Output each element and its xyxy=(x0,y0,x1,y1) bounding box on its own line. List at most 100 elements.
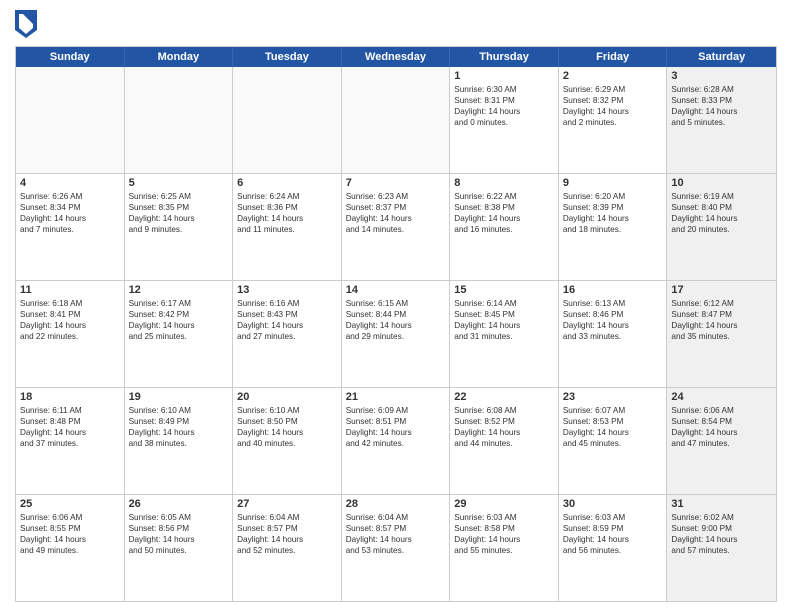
calendar-cell: 16Sunrise: 6:13 AM Sunset: 8:46 PM Dayli… xyxy=(559,281,668,387)
header xyxy=(15,10,777,38)
day-number: 29 xyxy=(454,498,554,510)
day-number: 27 xyxy=(237,498,337,510)
cell-info: Sunrise: 6:25 AM Sunset: 8:35 PM Dayligh… xyxy=(129,191,229,235)
cell-info: Sunrise: 6:19 AM Sunset: 8:40 PM Dayligh… xyxy=(671,191,772,235)
cell-info: Sunrise: 6:05 AM Sunset: 8:56 PM Dayligh… xyxy=(129,512,229,556)
day-number: 8 xyxy=(454,177,554,189)
calendar-cell: 26 Sunrise: 6:05 AM Sunset: 8:56 PM Dayli… xyxy=(125,495,234,601)
day-number: 6 xyxy=(237,177,337,189)
cell-info: Sunrise: 6:29 AM Sunset: 8:32 PM Dayligh… xyxy=(563,84,663,128)
calendar-cell: 15Sunrise: 6:14 AM Sunset: 8:45 PM Dayli… xyxy=(450,281,559,387)
calendar-week: 1 Sunrise: 6:30 AM Sunset: 8:31 PM Daylig… xyxy=(16,67,776,174)
calendar-header: SundayMondayTuesdayWednesdayThursdayFrid… xyxy=(16,47,776,67)
cell-info: Sunrise: 6:24 AM Sunset: 8:36 PM Dayligh… xyxy=(237,191,337,235)
day-number: 11 xyxy=(20,284,120,296)
calendar-cell: 13Sunrise: 6:16 AM Sunset: 8:43 PM Dayli… xyxy=(233,281,342,387)
calendar-cell: 29 Sunrise: 6:03 AM Sunset: 8:58 PM Dayli… xyxy=(450,495,559,601)
calendar-cell: 25 Sunrise: 6:06 AM Sunset: 8:55 PM Dayli… xyxy=(16,495,125,601)
calendar-header-day: Monday xyxy=(125,47,234,67)
calendar-header-day: Saturday xyxy=(667,47,776,67)
day-number: 1 xyxy=(454,70,554,82)
day-number: 10 xyxy=(671,177,772,189)
cell-info: Sunrise: 6:10 AM Sunset: 8:50 PM Dayligh… xyxy=(237,405,337,449)
calendar-cell: 20Sunrise: 6:10 AM Sunset: 8:50 PM Dayli… xyxy=(233,388,342,494)
cell-info: Sunrise: 6:30 AM Sunset: 8:31 PM Dayligh… xyxy=(454,84,554,128)
calendar-cell: 30 Sunrise: 6:03 AM Sunset: 8:59 PM Dayli… xyxy=(559,495,668,601)
calendar-cell: 14Sunrise: 6:15 AM Sunset: 8:44 PM Dayli… xyxy=(342,281,451,387)
day-number: 16 xyxy=(563,284,663,296)
day-number: 2 xyxy=(563,70,663,82)
calendar-cell: 9 Sunrise: 6:20 AM Sunset: 8:39 PM Daylig… xyxy=(559,174,668,280)
day-number: 25 xyxy=(20,498,120,510)
day-number: 12 xyxy=(129,284,229,296)
calendar-cell: 17 Sunrise: 6:12 AM Sunset: 8:47 PM Dayli… xyxy=(667,281,776,387)
day-number: 17 xyxy=(671,284,772,296)
cell-info: Sunrise: 6:09 AM Sunset: 8:51 PM Dayligh… xyxy=(346,405,446,449)
calendar-cell: 7 Sunrise: 6:23 AM Sunset: 8:37 PM Daylig… xyxy=(342,174,451,280)
calendar-header-day: Tuesday xyxy=(233,47,342,67)
logo xyxy=(15,10,41,38)
day-number: 19 xyxy=(129,391,229,403)
cell-info: Sunrise: 6:12 AM Sunset: 8:47 PM Dayligh… xyxy=(671,298,772,342)
day-number: 31 xyxy=(671,498,772,510)
calendar-cell: 31 Sunrise: 6:02 AM Sunset: 9:00 PM Dayli… xyxy=(667,495,776,601)
calendar-cell: 28 Sunrise: 6:04 AM Sunset: 8:57 PM Dayli… xyxy=(342,495,451,601)
calendar-cell: 22Sunrise: 6:08 AM Sunset: 8:52 PM Dayli… xyxy=(450,388,559,494)
cell-info: Sunrise: 6:15 AM Sunset: 8:44 PM Dayligh… xyxy=(346,298,446,342)
calendar-cell: 12 Sunrise: 6:17 AM Sunset: 8:42 PM Dayli… xyxy=(125,281,234,387)
calendar-cell xyxy=(16,67,125,173)
cell-info: Sunrise: 6:18 AM Sunset: 8:41 PM Dayligh… xyxy=(20,298,120,342)
calendar-cell: 1 Sunrise: 6:30 AM Sunset: 8:31 PM Daylig… xyxy=(450,67,559,173)
calendar-week: 18Sunrise: 6:11 AM Sunset: 8:48 PM Dayli… xyxy=(16,388,776,495)
cell-info: Sunrise: 6:23 AM Sunset: 8:37 PM Dayligh… xyxy=(346,191,446,235)
calendar-cell: 23 Sunrise: 6:07 AM Sunset: 8:53 PM Dayli… xyxy=(559,388,668,494)
cell-info: Sunrise: 6:06 AM Sunset: 8:54 PM Dayligh… xyxy=(671,405,772,449)
cell-info: Sunrise: 6:06 AM Sunset: 8:55 PM Dayligh… xyxy=(20,512,120,556)
calendar-cell: 11 Sunrise: 6:18 AM Sunset: 8:41 PM Dayli… xyxy=(16,281,125,387)
day-number: 28 xyxy=(346,498,446,510)
calendar-cell: 24Sunrise: 6:06 AM Sunset: 8:54 PM Dayli… xyxy=(667,388,776,494)
day-number: 30 xyxy=(563,498,663,510)
calendar-body: 1 Sunrise: 6:30 AM Sunset: 8:31 PM Daylig… xyxy=(16,67,776,601)
cell-info: Sunrise: 6:17 AM Sunset: 8:42 PM Dayligh… xyxy=(129,298,229,342)
cell-info: Sunrise: 6:10 AM Sunset: 8:49 PM Dayligh… xyxy=(129,405,229,449)
day-number: 9 xyxy=(563,177,663,189)
day-number: 23 xyxy=(563,391,663,403)
cell-info: Sunrise: 6:02 AM Sunset: 9:00 PM Dayligh… xyxy=(671,512,772,556)
cell-info: Sunrise: 6:03 AM Sunset: 8:58 PM Dayligh… xyxy=(454,512,554,556)
calendar-week: 11 Sunrise: 6:18 AM Sunset: 8:41 PM Dayli… xyxy=(16,281,776,388)
day-number: 3 xyxy=(671,70,772,82)
day-number: 4 xyxy=(20,177,120,189)
calendar-cell: 27Sunrise: 6:04 AM Sunset: 8:57 PM Dayli… xyxy=(233,495,342,601)
cell-info: Sunrise: 6:14 AM Sunset: 8:45 PM Dayligh… xyxy=(454,298,554,342)
calendar-header-day: Friday xyxy=(559,47,668,67)
calendar-cell: 21 Sunrise: 6:09 AM Sunset: 8:51 PM Dayli… xyxy=(342,388,451,494)
calendar-cell: 8 Sunrise: 6:22 AM Sunset: 8:38 PM Daylig… xyxy=(450,174,559,280)
calendar-cell: 19 Sunrise: 6:10 AM Sunset: 8:49 PM Dayli… xyxy=(125,388,234,494)
cell-info: Sunrise: 6:07 AM Sunset: 8:53 PM Dayligh… xyxy=(563,405,663,449)
cell-info: Sunrise: 6:16 AM Sunset: 8:43 PM Dayligh… xyxy=(237,298,337,342)
calendar-header-day: Sunday xyxy=(16,47,125,67)
calendar-cell: 4Sunrise: 6:26 AM Sunset: 8:34 PM Daylig… xyxy=(16,174,125,280)
cell-info: Sunrise: 6:20 AM Sunset: 8:39 PM Dayligh… xyxy=(563,191,663,235)
day-number: 21 xyxy=(346,391,446,403)
calendar-cell xyxy=(342,67,451,173)
calendar-cell: 2 Sunrise: 6:29 AM Sunset: 8:32 PM Daylig… xyxy=(559,67,668,173)
calendar-cell: 3 Sunrise: 6:28 AM Sunset: 8:33 PM Daylig… xyxy=(667,67,776,173)
day-number: 5 xyxy=(129,177,229,189)
calendar-header-day: Thursday xyxy=(450,47,559,67)
cell-info: Sunrise: 6:04 AM Sunset: 8:57 PM Dayligh… xyxy=(346,512,446,556)
calendar-cell: 5 Sunrise: 6:25 AM Sunset: 8:35 PM Daylig… xyxy=(125,174,234,280)
cell-info: Sunrise: 6:22 AM Sunset: 8:38 PM Dayligh… xyxy=(454,191,554,235)
cell-info: Sunrise: 6:28 AM Sunset: 8:33 PM Dayligh… xyxy=(671,84,772,128)
logo-icon xyxy=(15,10,37,38)
cell-info: Sunrise: 6:03 AM Sunset: 8:59 PM Dayligh… xyxy=(563,512,663,556)
day-number: 26 xyxy=(129,498,229,510)
calendar-cell: 10 Sunrise: 6:19 AM Sunset: 8:40 PM Dayli… xyxy=(667,174,776,280)
calendar: SundayMondayTuesdayWednesdayThursdayFrid… xyxy=(15,46,777,602)
calendar-cell: 6 Sunrise: 6:24 AM Sunset: 8:36 PM Daylig… xyxy=(233,174,342,280)
calendar-cell xyxy=(125,67,234,173)
day-number: 7 xyxy=(346,177,446,189)
page: SundayMondayTuesdayWednesdayThursdayFrid… xyxy=(0,0,792,612)
calendar-header-day: Wednesday xyxy=(342,47,451,67)
